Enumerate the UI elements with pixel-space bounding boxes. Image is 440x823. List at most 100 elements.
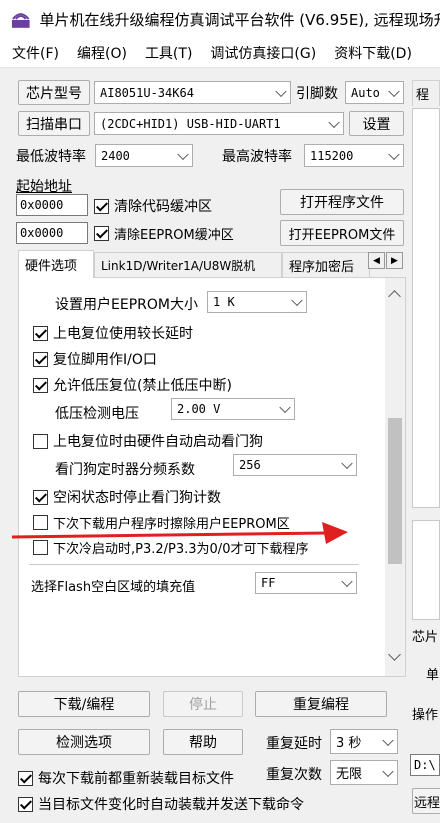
erase-eeprom-box xyxy=(33,515,48,530)
options-list: 设置用户EEPROM大小 1 K 上电复位使用较长延时 复位脚用作I/O口 允许… xyxy=(29,282,385,672)
eeprom-size-label: 设置用户EEPROM大小 xyxy=(55,297,198,313)
settings-label: 设置 xyxy=(362,116,391,133)
open-program-button[interactable]: 打开程序文件 xyxy=(280,189,404,215)
low-volt-select[interactable]: 2.00 V xyxy=(171,398,295,420)
repeat-program-label: 重复编程 xyxy=(293,697,349,713)
idle-wdt-stop-checkbox[interactable]: 空闲状态时停止看门狗计数 xyxy=(33,487,221,507)
chevron-down-icon xyxy=(382,765,394,777)
clear-code-checkbox[interactable]: 清除代码缓冲区 xyxy=(94,196,212,216)
max-baud-label: 最高波特率 xyxy=(222,149,292,165)
tab-encrypt-label: 程序加密后 xyxy=(289,260,355,275)
help-button[interactable]: 帮助 xyxy=(163,729,243,755)
chip-model-select[interactable]: AI8051U-34K64 xyxy=(94,81,291,104)
scroll-down-icon[interactable] xyxy=(388,648,401,661)
port-select[interactable]: (2CDC+HID1) USB-HID-UART1 xyxy=(94,112,344,135)
autosend-box xyxy=(18,796,33,812)
scan-port-label: 扫描串口 xyxy=(26,116,82,133)
remote-label: 远程 xyxy=(413,795,440,811)
single-label: 单 xyxy=(426,668,440,683)
path-field[interactable]: D:\ xyxy=(410,754,440,776)
repeat-program-button[interactable]: 重复编程 xyxy=(255,691,387,717)
autosend-label: 当目标文件变化时自动装载并发送下载命令 xyxy=(38,797,304,813)
menu-debug[interactable]: 调试仿真接口(G) xyxy=(210,43,316,63)
cold-start-box xyxy=(33,540,48,555)
open-eeprom-button[interactable]: 打开EEPROM文件 xyxy=(280,220,404,246)
wdt-auto-label: 上电复位时由硬件自动启动看门狗 xyxy=(53,434,263,450)
tab-offline[interactable]: Link1D/Writer1A/U8W脱机 xyxy=(94,252,282,278)
low-volt-reset-box xyxy=(33,377,48,393)
port-value: (2CDC+HID1) USB-HID-UART1 xyxy=(100,116,281,131)
clear-eeprom-checkbox[interactable]: 清除EEPROM缓冲区 xyxy=(94,224,234,243)
reset-io-checkbox[interactable]: 复位脚用作I/O口 xyxy=(33,349,157,369)
wdt-auto-checkbox[interactable]: 上电复位时由硬件自动启动看门狗 xyxy=(33,431,263,451)
repeat-count-label: 重复次数 xyxy=(266,767,322,783)
code-address-input[interactable]: 0x0000 xyxy=(16,194,88,216)
max-baud-select[interactable]: 115200 xyxy=(304,144,404,167)
pin-count-select[interactable]: Auto xyxy=(345,81,404,104)
chip-model-button[interactable]: 芯片型号 xyxy=(18,80,90,105)
repeat-delay-select[interactable]: 3 秒 xyxy=(330,729,398,754)
clear-eeprom-box xyxy=(94,226,109,241)
chevron-down-icon xyxy=(341,457,353,470)
min-baud-value: 2400 xyxy=(101,148,130,163)
right-upper-pane xyxy=(412,108,440,508)
wdt-div-value: 256 xyxy=(239,458,261,472)
erase-eeprom-checkbox[interactable]: 下次下载用户程序时擦除用户EEPROM区 xyxy=(33,513,290,532)
menu-download[interactable]: 资料下载(D) xyxy=(334,43,412,63)
fill-value-value: FF xyxy=(261,576,276,590)
long-delay-checkbox[interactable]: 上电复位使用较长延时 xyxy=(33,323,193,343)
detect-options-button[interactable]: 检测选项 xyxy=(18,729,150,755)
fill-value-select[interactable]: FF xyxy=(255,572,357,594)
options-scrollbar[interactable] xyxy=(385,278,405,676)
reload-checkbox[interactable]: 每次下载前都重新装载目标文件 xyxy=(18,768,234,788)
max-baud-value: 115200 xyxy=(310,148,354,163)
menu-tools[interactable]: 工具(T) xyxy=(145,43,192,63)
menu-bar: 文件(F) 编程(O) 工具(T) 调试仿真接口(G) 资料下载(D) xyxy=(0,38,440,68)
repeat-delay-value: 3 秒 xyxy=(336,736,362,751)
settings-button[interactable]: 设置 xyxy=(349,111,404,136)
title-bar: 单片机在线升级编程仿真调试平台软件 (V6.95E), 远程现场升 xyxy=(0,0,440,38)
low-volt-reset-label: 允许低压复位(禁止低压中断) xyxy=(53,378,232,394)
tab-hardware-label: 硬件选项 xyxy=(25,259,78,274)
min-baud-select[interactable]: 2400 xyxy=(95,144,193,167)
tab-program-partial[interactable]: 程 xyxy=(412,80,440,106)
cold-start-checkbox[interactable]: 下次冷启动时,P3.2/P3.3为0/0才可下载程序 xyxy=(33,538,308,557)
repeat-delay-label: 重复延时 xyxy=(266,736,322,752)
scroll-up-icon[interactable] xyxy=(388,290,401,303)
remote-button[interactable]: 远程 xyxy=(412,788,440,814)
chevron-down-icon xyxy=(279,401,291,414)
fill-value-label: 选择Flash空白区域的填充值 xyxy=(31,580,196,595)
pin-count-label: 引脚数 xyxy=(296,86,338,102)
repeat-count-select[interactable]: 无限 xyxy=(330,760,398,785)
stop-button[interactable]: 停止 xyxy=(163,691,243,717)
reload-label: 每次下载前都重新装载目标文件 xyxy=(38,771,234,787)
menu-program[interactable]: 编程(O) xyxy=(77,43,127,63)
eeprom-address-input[interactable]: 0x0000 xyxy=(16,222,88,244)
tab-scroll-left-icon[interactable]: ◀ xyxy=(368,252,385,269)
clear-code-box xyxy=(94,198,109,214)
open-program-label: 打开程序文件 xyxy=(300,195,384,211)
tab-hardware[interactable]: 硬件选项 xyxy=(18,250,94,278)
tab-encrypt[interactable]: 程序加密后 xyxy=(282,252,370,278)
chevron-down-icon xyxy=(328,116,340,128)
autosend-checkbox[interactable]: 当目标文件变化时自动装载并发送下载命令 xyxy=(18,794,304,814)
eeprom-size-select[interactable]: 1 K xyxy=(207,291,307,313)
idle-wdt-stop-label: 空闲状态时停止看门狗计数 xyxy=(53,490,221,506)
menu-file[interactable]: 文件(F) xyxy=(12,43,59,63)
chevron-down-icon xyxy=(177,148,189,160)
download-button[interactable]: 下载/编程 xyxy=(18,691,150,717)
wdt-div-select[interactable]: 256 xyxy=(233,454,357,476)
clear-eeprom-label: 清除EEPROM缓冲区 xyxy=(114,228,234,243)
repeat-count-value: 无限 xyxy=(336,767,363,782)
chip-model-value: AI8051U-34K64 xyxy=(100,85,194,100)
chevron-down-icon xyxy=(291,294,303,307)
tab-scroll-right-icon[interactable]: ▶ xyxy=(386,252,403,269)
cold-start-label: 下次冷启动时,P3.2/P3.3为0/0才可下载程序 xyxy=(53,542,309,557)
window-title: 单片机在线升级编程仿真调试平台软件 (V6.95E), 远程现场升 xyxy=(39,10,440,29)
scan-port-button[interactable]: 扫描串口 xyxy=(18,111,90,136)
low-volt-reset-checkbox[interactable]: 允许低压复位(禁止低压中断) xyxy=(33,375,232,395)
reset-io-label: 复位脚用作I/O口 xyxy=(53,352,157,368)
idle-wdt-stop-box xyxy=(33,489,48,505)
scroll-thumb[interactable] xyxy=(388,418,402,564)
reset-io-box xyxy=(33,351,48,367)
